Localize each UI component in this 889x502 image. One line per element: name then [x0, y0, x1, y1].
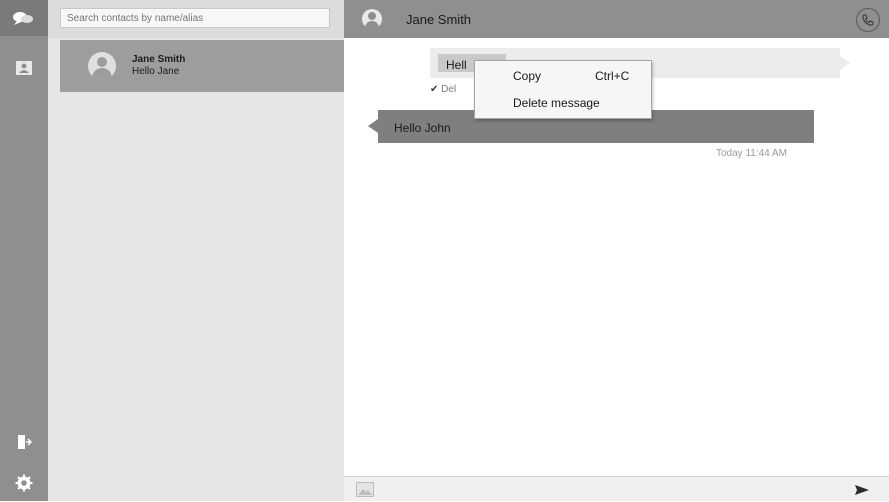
chat-header: Jane Smith [344, 0, 889, 38]
contact-name: Jane Smith [132, 54, 186, 65]
app-logo[interactable] [0, 0, 48, 36]
settings-button[interactable] [12, 471, 36, 495]
menu-item-copy[interactable]: Copy [513, 69, 541, 83]
delivery-status-text: Del [441, 84, 457, 95]
attach-image-button[interactable] [356, 482, 374, 497]
menu-item-delete-message[interactable]: Delete message [513, 96, 600, 110]
message-composer [344, 476, 889, 501]
chat-avatar [362, 9, 382, 29]
incoming-message-text: Hello John [394, 121, 451, 135]
context-menu: Copy Ctrl+C Delete message [474, 60, 652, 119]
outgoing-message-text: Hell [446, 58, 467, 72]
contact-list-item[interactable]: Jane Smith Hello Jane [60, 40, 344, 92]
message-timestamp: Today 11:44 AM [716, 148, 787, 159]
delivery-status: ✔ Del [430, 84, 456, 95]
phone-icon [862, 14, 874, 26]
contacts-panel: Jane Smith Hello Jane [48, 0, 344, 501]
chat-contact-name: Jane Smith [406, 12, 472, 27]
sidebar-rail [0, 0, 48, 501]
logout-icon [18, 435, 33, 449]
send-button[interactable] [850, 481, 874, 499]
search-bar [48, 0, 344, 38]
contact-card-icon [16, 61, 32, 75]
chat-bubbles-icon [13, 12, 33, 25]
check-icon: ✔ [430, 84, 439, 95]
call-button[interactable] [856, 8, 880, 32]
contact-last-message: Hello Jane [132, 66, 180, 77]
search-input[interactable] [60, 8, 330, 28]
send-icon [855, 485, 869, 495]
message-input[interactable] [384, 479, 848, 501]
contact-avatar [88, 52, 116, 80]
gear-icon [15, 474, 33, 492]
contacts-nav-button[interactable] [12, 56, 36, 80]
menu-item-copy-shortcut: Ctrl+C [595, 69, 630, 83]
logout-button[interactable] [12, 430, 36, 454]
image-icon [356, 482, 374, 497]
